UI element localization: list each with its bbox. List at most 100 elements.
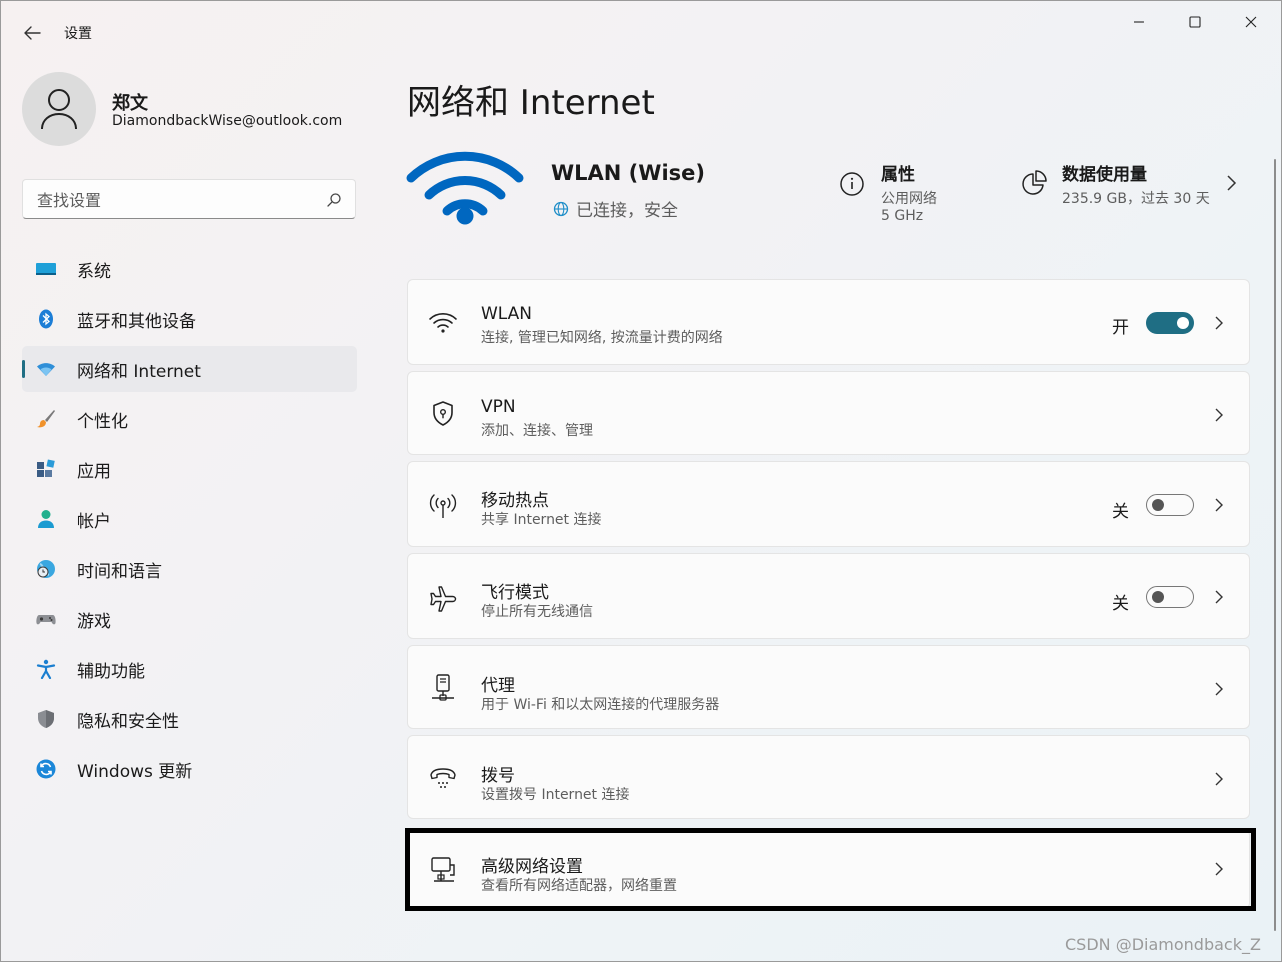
wifi-icon (37, 363, 55, 376)
info-icon[interactable] (839, 171, 865, 197)
data-usage-icon[interactable] (1019, 169, 1049, 199)
chevron-right-icon (1215, 498, 1223, 512)
vpn-shield-icon (433, 401, 453, 426)
sidebar-item-bluetooth[interactable]: 蓝牙和其他设备 (22, 296, 357, 342)
sidebar-item-label: 辅助功能 (77, 661, 145, 682)
system-display-icon (36, 263, 56, 275)
card-subtitle: 查看所有网络适配器，网络重置 (481, 878, 677, 894)
minimize-icon (1134, 21, 1144, 23)
wifi-icon (429, 313, 457, 333)
sidebar-nav: 系统 蓝牙和其他设备 网络和 Internet 个性化 应用 帐户 时间和语言 (22, 246, 357, 796)
network-name: WLAN (Wise) (551, 161, 705, 185)
sidebar-item-label: 隐私和安全性 (77, 711, 179, 732)
card-subtitle: 设置拨号 Internet 连接 (481, 787, 630, 803)
sidebar-item-label: 帐户 (77, 511, 111, 532)
proxy-server-icon (432, 674, 454, 701)
chevron-right-icon (1215, 590, 1223, 604)
toggle-knob (1152, 499, 1164, 511)
search-input[interactable] (35, 188, 319, 212)
bluetooth-icon (39, 309, 53, 329)
person-icon (41, 89, 77, 130)
sidebar-item-label: 网络和 Internet (77, 361, 201, 382)
chevron-right-icon (1215, 316, 1223, 330)
maximize-button[interactable] (1167, 7, 1223, 37)
settings-window: 设置 郑文 DiamondbackWise@outlook.com 系统 (0, 0, 1282, 962)
scrollbar[interactable] (1274, 159, 1276, 931)
brush-icon (37, 410, 55, 428)
sidebar-item-label: Windows 更新 (77, 761, 193, 782)
properties-network-type: 公用网络 (881, 191, 937, 207)
dialup-icon (430, 768, 456, 788)
sidebar-item-accounts[interactable]: 帐户 (22, 496, 357, 542)
airplane-toggle[interactable] (1146, 586, 1194, 608)
sidebar-item-label: 系统 (77, 261, 111, 282)
wifi-status-icon (406, 151, 524, 225)
data-usage-amount: 235.9 GB，过去 30 天 (1062, 191, 1210, 207)
search-icon[interactable] (325, 191, 343, 209)
data-usage-title[interactable]: 数据使用量 (1062, 160, 1147, 185)
card-dialup[interactable]: 拨号 设置拨号 Internet 连接 (407, 735, 1250, 819)
card-mobile-hotspot[interactable]: 移动热点 共享 Internet 连接 关 (407, 461, 1250, 547)
account-icon (38, 510, 54, 528)
hotspot-toggle[interactable] (1146, 494, 1194, 516)
card-vpn[interactable]: VPN 添加、连接、管理 (407, 371, 1250, 455)
sidebar-item-network[interactable]: 网络和 Internet (22, 346, 357, 392)
sidebar-item-windows-update[interactable]: Windows 更新 (22, 746, 357, 792)
update-icon (36, 759, 56, 779)
chevron-right-icon (1215, 772, 1223, 786)
chevron-right-icon[interactable] (1223, 173, 1241, 193)
card-subtitle: 连接, 管理已知网络, 按流量计费的网络 (481, 330, 723, 346)
back-button[interactable] (15, 19, 49, 47)
card-advanced-network-settings[interactable]: 高级网络设置 查看所有网络适配器，网络重置 (407, 829, 1250, 909)
toggle-knob (1152, 591, 1164, 603)
title-bar: 设置 (1, 1, 1281, 59)
app-title: 设置 (64, 26, 92, 42)
card-title: VPN (481, 397, 516, 417)
properties-title[interactable]: 属性 (881, 160, 915, 185)
airplane-toggle-label: 关 (1112, 594, 1129, 614)
apps-icon (37, 459, 55, 477)
back-arrow-icon (24, 26, 41, 40)
card-airplane-mode[interactable]: 飞行模式 停止所有无线通信 关 (407, 553, 1250, 639)
maximize-icon (1189, 16, 1201, 28)
wlan-toggle-label: 开 (1112, 318, 1129, 338)
card-subtitle: 停止所有无线通信 (481, 604, 593, 620)
airplane-icon (430, 586, 457, 612)
accessibility-icon (36, 659, 56, 679)
sidebar-item-label: 个性化 (77, 411, 128, 432)
card-subtitle: 添加、连接、管理 (481, 423, 593, 439)
avatar[interactable] (22, 72, 96, 146)
chevron-right-icon (1215, 862, 1223, 876)
watermark: CSDN @Diamondback_Z (1065, 935, 1261, 954)
close-button[interactable] (1223, 7, 1279, 37)
globe-clock-icon (37, 560, 55, 578)
sidebar-item-time-language[interactable]: 时间和语言 (22, 546, 357, 592)
card-subtitle: 共享 Internet 连接 (481, 512, 602, 528)
sidebar-item-accessibility[interactable]: 辅助功能 (22, 646, 357, 692)
user-email: DiamondbackWise@outlook.com (112, 113, 343, 129)
card-wlan[interactable]: WLAN 连接, 管理已知网络, 按流量计费的网络 开 (407, 279, 1250, 365)
properties-band: 5 GHz (881, 208, 924, 224)
sidebar-item-label: 时间和语言 (77, 561, 162, 582)
card-title: 高级网络设置 (481, 857, 583, 877)
sidebar-item-label: 应用 (77, 461, 111, 482)
card-title: WLAN (481, 304, 533, 324)
chevron-right-icon (1215, 682, 1223, 696)
minimize-button[interactable] (1111, 7, 1167, 37)
close-icon (1245, 16, 1257, 28)
hotspot-toggle-label: 关 (1112, 502, 1129, 522)
user-name: 郑文 (112, 93, 148, 114)
globe-icon (553, 201, 569, 216)
card-title: 拨号 (481, 766, 515, 786)
sidebar-item-system[interactable]: 系统 (22, 246, 357, 292)
shield-icon (38, 710, 54, 728)
sidebar-item-personalization[interactable]: 个性化 (22, 396, 357, 442)
wlan-toggle[interactable] (1146, 312, 1194, 334)
sidebar-item-gaming[interactable]: 游戏 (22, 596, 357, 642)
card-proxy[interactable]: 代理 用于 Wi-Fi 和以太网连接的代理服务器 (407, 645, 1250, 729)
search-box[interactable] (22, 179, 356, 219)
sidebar-item-apps[interactable]: 应用 (22, 446, 357, 492)
card-title: 移动热点 (481, 491, 549, 511)
sidebar-item-label: 游戏 (77, 611, 111, 632)
sidebar-item-privacy[interactable]: 隐私和安全性 (22, 696, 357, 742)
